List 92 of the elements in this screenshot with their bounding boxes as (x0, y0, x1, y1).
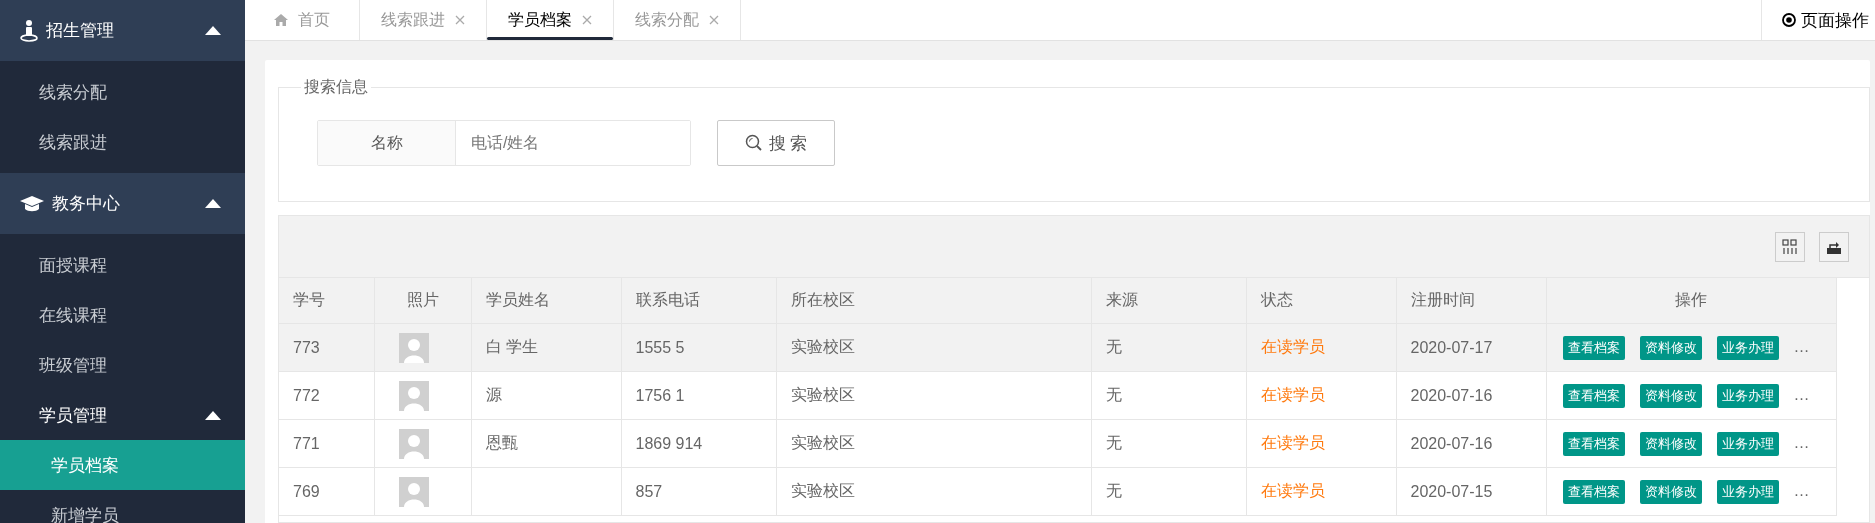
search-field[interactable]: 名称 电话/姓名 (317, 120, 691, 166)
table-cell: 无 (1091, 467, 1246, 516)
menu-item[interactable]: 学员档案 (0, 440, 245, 490)
table-row[interactable]: 773 白 学生 1555 5 实验校区 无 在读学员 2020-07-17 查看档案 资料修改 业务办理 … (279, 323, 1836, 372)
action-button[interactable]: 业务办理 (1716, 431, 1779, 456)
caret-icon (205, 26, 221, 35)
menu-item[interactable]: 在线课程 (0, 290, 245, 340)
avatar-icon (398, 428, 429, 459)
table-cell: 在读学员 (1246, 419, 1396, 468)
menu-item[interactable]: 学员管理 (0, 390, 245, 440)
menu-group-header[interactable]: 教务中心 (0, 173, 245, 234)
table-cell: 白 学生 (471, 323, 621, 372)
table-cell: 2020-07-16 (1396, 371, 1546, 420)
page-actions-menu[interactable]: 页面操作 (1761, 0, 1875, 40)
columns-button[interactable] (1775, 231, 1805, 262)
action-button[interactable]: 查看档案 (1562, 479, 1625, 504)
table-cell: 在读学员 (1246, 467, 1396, 516)
tab[interactable]: 首页 (245, 0, 360, 40)
table-cell: 实验校区 (776, 467, 1091, 516)
person-icon (20, 19, 38, 42)
table-row[interactable]: 772 源 1756 1 实验校区 无 在读学员 2020-07-16 查看档案 资料修改 业务办理 … (279, 371, 1836, 420)
action-button[interactable]: 资料修改 (1639, 383, 1702, 408)
target-icon (1782, 13, 1796, 27)
table-cell: 772 (279, 371, 374, 420)
column-header: 所在校区 (776, 278, 1091, 324)
avatar-icon (398, 332, 429, 363)
caret-icon (205, 410, 221, 420)
action-button[interactable]: 资料修改 (1639, 431, 1702, 456)
column-header: 联系电话 (621, 278, 776, 324)
action-button[interactable]: 查看档案 (1562, 335, 1625, 360)
menu-item[interactable]: 新增学员 (0, 490, 245, 523)
table-cell: 实验校区 (776, 323, 1091, 372)
table-cell: 在读学员 (1246, 323, 1396, 372)
export-button[interactable] (1819, 231, 1849, 262)
table-cell: 2020-07-17 (1396, 323, 1546, 372)
search-button[interactable]: 搜 索 (717, 120, 835, 166)
table-cell: 2020-07-15 (1396, 467, 1546, 516)
menu-item[interactable]: 线索分配 (0, 67, 245, 117)
column-header: 状态 (1246, 278, 1396, 324)
menu-group-header[interactable]: 招生管理 (0, 0, 245, 61)
table-row[interactable]: 771 恩甄 1869 914 实验校区 无 在读学员 2020-07-16 查看档案 资料修改 业务办理 … (279, 419, 1836, 468)
table-cell: 2020-07-16 (1396, 419, 1546, 468)
table-cell: 769 (279, 467, 374, 516)
tab[interactable]: 学员档案 (487, 0, 614, 40)
table-cell: 无 (1091, 419, 1246, 468)
table-cell: 无 (1091, 371, 1246, 420)
table-cell: 1756 1 (621, 371, 776, 420)
action-button[interactable]: 业务办理 (1716, 479, 1779, 504)
column-header: 注册时间 (1396, 278, 1546, 324)
action-button[interactable]: 资料修改 (1639, 479, 1702, 504)
columns-icon (1782, 238, 1798, 255)
graduation-cap-icon (20, 195, 44, 212)
close-icon[interactable] (582, 15, 592, 25)
table-cell: 在读学员 (1246, 371, 1396, 420)
table-cell: 恩甄 (471, 419, 621, 468)
menu-item[interactable]: 班级管理 (0, 340, 245, 390)
close-icon[interactable] (455, 15, 465, 25)
more-icon[interactable]: … (1793, 433, 1810, 451)
close-icon[interactable] (709, 15, 719, 25)
panel-title: 搜索信息 (303, 77, 369, 97)
menu-item[interactable]: 面授课程 (0, 240, 245, 290)
column-header: 操作 (1546, 278, 1836, 324)
column-header: 学号 (279, 278, 374, 324)
table-cell: 773 (279, 323, 374, 372)
tab[interactable]: 线索跟进 (360, 0, 487, 40)
table-cell: 1555 5 (621, 323, 776, 372)
home-icon (274, 14, 288, 26)
table-cell: 无 (1091, 323, 1246, 372)
avatar-icon (398, 476, 429, 507)
more-icon[interactable]: … (1793, 481, 1810, 499)
search-icon (744, 134, 763, 152)
column-header: 来源 (1091, 278, 1246, 324)
table-cell: 源 (471, 371, 621, 420)
menu-item[interactable]: 线索跟进 (0, 117, 245, 167)
table-cell: 771 (279, 419, 374, 468)
table-cell: 实验校区 (776, 371, 1091, 420)
column-header: 学员姓名 (471, 278, 621, 324)
column-header: 照片 (374, 278, 471, 324)
tab[interactable]: 线索分配 (614, 0, 741, 40)
avatar-icon (398, 380, 429, 411)
caret-icon (205, 199, 221, 208)
table-cell: 实验校区 (776, 419, 1091, 468)
action-button[interactable]: 业务办理 (1716, 383, 1779, 408)
table-cell: 857 (621, 467, 776, 516)
action-button[interactable]: 查看档案 (1562, 383, 1625, 408)
more-icon[interactable]: … (1793, 337, 1810, 355)
more-icon[interactable]: … (1793, 385, 1810, 403)
action-button[interactable]: 查看档案 (1562, 431, 1625, 456)
table-row[interactable]: 769 857 实验校区 无 在读学员 2020-07-15 查看档案 资料修改 业务办理 … (279, 467, 1836, 516)
action-button[interactable]: 业务办理 (1716, 335, 1779, 360)
table-cell: 1869 914 (621, 419, 776, 468)
action-button[interactable]: 资料修改 (1639, 335, 1702, 360)
